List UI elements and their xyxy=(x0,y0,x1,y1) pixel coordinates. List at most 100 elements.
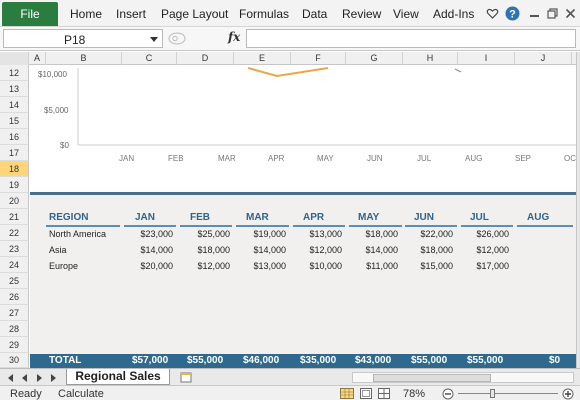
row-header-23[interactable]: 23 xyxy=(0,241,29,257)
row-header-30[interactable]: 30 xyxy=(0,353,29,368)
header-aug[interactable]: AUG xyxy=(527,212,549,223)
close-icon[interactable] xyxy=(564,7,577,20)
header-jan[interactable]: JAN xyxy=(135,212,155,223)
col-header-a[interactable]: A xyxy=(29,52,46,65)
col-header-c[interactable]: C xyxy=(122,52,177,65)
horizontal-scrollbar[interactable] xyxy=(352,372,574,383)
next-sheet-icon[interactable] xyxy=(37,374,42,382)
tab-insert[interactable]: Insert xyxy=(116,7,146,21)
tab-add-ins[interactable]: Add-Ins xyxy=(433,7,474,21)
row-header-28[interactable]: 28 xyxy=(0,321,29,337)
search-icon xyxy=(168,32,186,45)
first-sheet-icon[interactable] xyxy=(8,374,13,382)
col-header-g[interactable]: G xyxy=(346,52,403,65)
minimize-icon[interactable] xyxy=(528,7,541,20)
value-cell[interactable]: $17,000 xyxy=(459,261,509,271)
region-cell[interactable]: Asia xyxy=(49,245,67,255)
value-cell[interactable]: $26,000 xyxy=(459,229,509,239)
row-header-27[interactable]: 27 xyxy=(0,305,29,321)
value-cell[interactable]: $19,000 xyxy=(236,229,286,239)
file-tab[interactable]: File xyxy=(2,2,58,26)
chevron-down-icon[interactable] xyxy=(150,37,158,42)
header-region[interactable]: REGION xyxy=(49,212,88,223)
row-header-21[interactable]: 21 xyxy=(0,209,29,225)
row-header-19[interactable]: 19 xyxy=(0,177,29,193)
last-sheet-icon[interactable] xyxy=(51,374,56,382)
row-header-17[interactable]: 17 xyxy=(0,145,29,161)
name-box[interactable]: P18 xyxy=(3,29,163,48)
page-layout-view-icon[interactable] xyxy=(360,388,372,399)
row-header-25[interactable]: 25 xyxy=(0,273,29,289)
row-header-24[interactable]: 24 xyxy=(0,257,29,273)
header-jun[interactable]: JUN xyxy=(414,212,434,223)
tab-page-layout[interactable]: Page Layout xyxy=(161,7,228,21)
header-feb[interactable]: FEB xyxy=(190,212,210,223)
value-cell[interactable]: $18,000 xyxy=(348,229,398,239)
row-header-18[interactable]: 18 xyxy=(0,161,29,177)
scrollbar-thumb[interactable] xyxy=(373,374,491,382)
tab-formulas[interactable]: Formulas xyxy=(239,7,289,21)
value-cell[interactable]: $13,000 xyxy=(292,229,342,239)
row-header-26[interactable]: 26 xyxy=(0,289,29,305)
tab-home[interactable]: Home xyxy=(70,7,102,21)
zoom-slider-track[interactable] xyxy=(458,393,558,394)
row-header-12[interactable]: 12 xyxy=(0,65,29,81)
header-apr[interactable]: APR xyxy=(303,212,324,223)
row-header-20[interactable]: 20 xyxy=(0,193,29,209)
col-header-d[interactable]: D xyxy=(177,52,234,65)
row-header-22[interactable]: 22 xyxy=(0,225,29,241)
help-icon[interactable]: ? xyxy=(505,6,520,21)
col-header-j[interactable]: J xyxy=(515,52,572,65)
status-calculate[interactable]: Calculate xyxy=(58,388,104,400)
value-cell[interactable]: $20,000 xyxy=(123,261,173,271)
prev-sheet-icon[interactable] xyxy=(22,374,27,382)
header-mar[interactable]: MAR xyxy=(246,212,269,223)
zoom-in-icon[interactable] xyxy=(562,388,574,400)
zoom-out-icon[interactable] xyxy=(442,388,454,400)
header-jul[interactable]: JUL xyxy=(470,212,489,223)
normal-view-icon[interactable] xyxy=(340,388,354,399)
col-header-e[interactable]: E xyxy=(234,52,291,65)
col-header-i[interactable]: I xyxy=(458,52,515,65)
col-header-b[interactable]: B xyxy=(46,52,122,65)
row-header-15[interactable]: 15 xyxy=(0,113,29,129)
zoom-slider-thumb[interactable] xyxy=(490,389,495,398)
sheet-tab-regional-sales[interactable]: Regional Sales xyxy=(66,369,170,385)
vertical-scrollbar[interactable] xyxy=(576,52,580,368)
value-cell[interactable]: $23,000 xyxy=(123,229,173,239)
header-may[interactable]: MAY xyxy=(358,212,379,223)
new-sheet-icon[interactable] xyxy=(178,371,194,384)
row-header-29[interactable]: 29 xyxy=(0,337,29,353)
value-cell[interactable]: $14,000 xyxy=(123,245,173,255)
insert-function-button[interactable]: fx xyxy=(228,30,240,44)
zoom-level[interactable]: 78% xyxy=(403,388,425,400)
page-break-view-icon[interactable] xyxy=(378,388,390,399)
value-cell[interactable]: $12,000 xyxy=(292,245,342,255)
select-all-corner[interactable] xyxy=(0,52,29,65)
value-cell[interactable]: $22,000 xyxy=(403,229,453,239)
value-cell[interactable]: $14,000 xyxy=(236,245,286,255)
formula-input[interactable] xyxy=(246,29,576,48)
tab-data[interactable]: Data xyxy=(302,7,327,21)
tab-view[interactable]: View xyxy=(393,7,419,21)
value-cell[interactable]: $14,000 xyxy=(348,245,398,255)
region-cell[interactable]: North America xyxy=(49,229,106,239)
value-cell[interactable]: $13,000 xyxy=(236,261,286,271)
row-header-14[interactable]: 14 xyxy=(0,97,29,113)
tab-review[interactable]: Review xyxy=(342,7,381,21)
value-cell[interactable]: $18,000 xyxy=(403,245,453,255)
row-header-16[interactable]: 16 xyxy=(0,129,29,145)
value-cell[interactable]: $15,000 xyxy=(403,261,453,271)
col-header-f[interactable]: F xyxy=(291,52,346,65)
value-cell[interactable]: $18,000 xyxy=(180,245,230,255)
value-cell[interactable]: $11,000 xyxy=(348,261,398,271)
value-cell[interactable]: $25,000 xyxy=(180,229,230,239)
value-cell[interactable]: $12,000 xyxy=(459,245,509,255)
value-cell[interactable]: $12,000 xyxy=(180,261,230,271)
heart-icon[interactable] xyxy=(486,7,499,20)
region-cell[interactable]: Europe xyxy=(49,261,78,271)
col-header-h[interactable]: H xyxy=(403,52,458,65)
row-header-13[interactable]: 13 xyxy=(0,81,29,97)
restore-icon[interactable] xyxy=(546,7,559,20)
value-cell[interactable]: $10,000 xyxy=(292,261,342,271)
